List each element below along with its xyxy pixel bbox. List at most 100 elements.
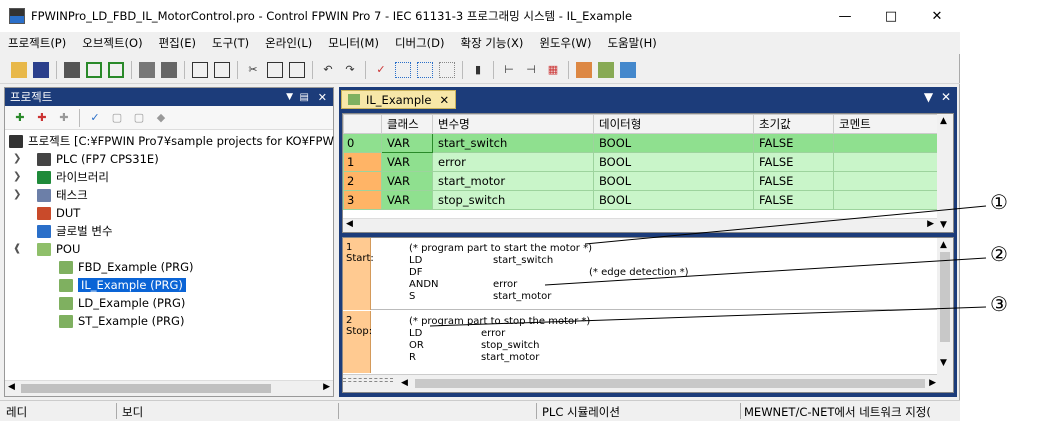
tree-global-vars[interactable]: 글로벌 변수 [37,222,113,240]
tree-pou-il[interactable]: IL_Example (PRG) [59,276,186,294]
plc-icon[interactable] [64,61,80,78]
network-2[interactable]: (* program part to stop the motor *) LD … [371,311,939,373]
menu-edit[interactable]: 편집(E) [159,35,196,51]
tab-list-icon[interactable]: ▼ [924,90,933,104]
check-icon[interactable]: ✓ [373,62,389,78]
prg-icon [59,314,73,328]
grid-2-icon[interactable] [417,61,433,78]
scroll-up-icon[interactable]: ▲ [940,240,947,250]
tree-plc[interactable]: PLC (FP7 CPS31E) [37,150,159,168]
build-icon[interactable] [108,61,124,78]
scroll-right-icon[interactable]: ▶ [323,382,330,392]
scroll-thumb[interactable] [940,252,950,342]
table-row[interactable]: 3 VAR stop_switch BOOL FALSE [343,190,938,210]
table-row[interactable]: 0 VAR start_switch BOOL FALSE [343,133,938,153]
menu-online[interactable]: 온라인(L) [265,35,312,51]
scroll-left-icon[interactable]: ◀ [8,382,15,392]
chart-icon[interactable] [576,61,592,78]
menu-help[interactable]: 도움말(H) [607,35,656,51]
scroll-left-icon[interactable]: ◀ [346,219,353,229]
compile-icon[interactable] [86,61,102,78]
save-icon[interactable] [33,61,49,78]
scroll-right-icon[interactable]: ▶ [927,219,934,229]
table-vscrollbar[interactable]: ▲ ▼ [937,114,953,232]
grid-3-icon[interactable] [439,61,455,78]
col-comment[interactable]: 코멘트 [833,114,938,134]
print-icon[interactable] [161,61,177,78]
split-handle[interactable] [343,378,393,382]
tab-il-example[interactable]: IL_Example ✕ [341,90,457,109]
scroll-thumb[interactable] [21,384,271,393]
scroll-down-icon[interactable]: ▼ [940,358,947,368]
cut-icon[interactable]: ✂ [245,62,261,78]
col-name[interactable]: 변수명 [432,114,594,134]
tree-dut[interactable]: DUT [37,204,80,222]
close-button[interactable]: ✕ [914,0,960,32]
properties-icon[interactable]: ▢ [109,110,125,126]
scroll-thumb[interactable] [415,379,925,388]
editor-close-icon[interactable]: ✕ [941,90,951,104]
network-label-1[interactable]: 1 Start: [343,238,374,310]
tree-task[interactable]: 태스크 [37,186,88,204]
menu-object[interactable]: 오브젝트(O) [82,35,142,51]
library-icon[interactable]: ▢ [131,110,147,126]
menu-debug[interactable]: 디버그(D) [395,35,445,51]
col-init[interactable]: 초기값 [753,114,834,134]
open-icon[interactable] [11,61,27,78]
code-vscrollbar[interactable]: ▲ ▼ [937,238,953,392]
col-type[interactable]: 데이터형 [593,114,754,134]
tree-pou[interactable]: POU [37,240,80,258]
redo-icon[interactable]: ↷ [342,62,358,78]
expand-task-icon[interactable]: ❯ [13,189,21,200]
scroll-right-icon[interactable]: ▶ [929,378,936,388]
table-row[interactable]: 2 VAR start_motor BOOL FALSE [343,171,938,191]
monitor-icon[interactable] [598,61,614,78]
project-hscrollbar[interactable]: ◀ ▶ [5,380,333,396]
add-gray-icon[interactable]: ✚ [56,110,72,126]
add-item-icon[interactable]: ✚ [12,110,28,126]
tree-pou-ld[interactable]: LD_Example (PRG) [59,294,185,312]
network-label-2[interactable]: 2 Stop: [343,311,372,373]
code-hscrollbar[interactable]: ◀ ▶ [343,374,939,392]
tab-close-icon[interactable]: ✕ [439,93,449,107]
table-hscrollbar[interactable]: ◀ ▶ [343,218,937,232]
find-icon[interactable] [192,61,208,78]
probe-icon[interactable]: ▮ [470,62,486,78]
table-row[interactable]: 1 VAR error BOOL FALSE [343,152,938,172]
diamond-icon[interactable]: ◆ [153,110,169,126]
menu-extensions[interactable]: 확장 기능(X) [461,35,524,51]
col-class[interactable]: 클래스 [381,114,433,134]
replace-icon[interactable] [214,61,230,78]
maximize-button[interactable]: □ [868,0,914,32]
insert-coil-icon[interactable]: ⊣ [523,62,539,78]
add-red-icon[interactable]: ✚ [34,110,50,126]
print-preview-icon[interactable] [139,61,155,78]
tree-root[interactable]: 프로젝트 [C:¥FPWIN Pro7¥sample projects for … [9,132,334,150]
undo-icon[interactable]: ↶ [320,62,336,78]
panel-close-icon[interactable]: ✕ [318,91,327,104]
check-project-icon[interactable]: ✓ [87,110,103,126]
menu-monitor[interactable]: 모니터(M) [328,35,379,51]
insert-block-icon[interactable]: ▦ [545,62,561,78]
tree-pou-st[interactable]: ST_Example (PRG) [59,312,184,330]
expand-library-icon[interactable]: ❯ [13,171,21,182]
scroll-up-icon[interactable]: ▲ [940,116,947,126]
copy-icon[interactable] [267,61,283,78]
scroll-down-icon[interactable]: ▼ [940,220,947,230]
menu-window[interactable]: 윈도우(W) [539,35,591,51]
scroll-left-icon[interactable]: ◀ [401,378,408,388]
expand-plc-icon[interactable]: ❯ [13,153,21,164]
network-1[interactable]: (* program part to start the motor *) LD… [371,238,939,310]
minimize-button[interactable]: — [822,0,868,32]
tree-pou-fbd[interactable]: FBD_Example (PRG) [59,258,193,276]
menu-tools[interactable]: 도구(T) [212,35,249,51]
panel-menu-icon[interactable]: ▼ [286,92,293,102]
menu-project[interactable]: 프로젝트(P) [8,35,66,51]
paste-icon[interactable] [289,61,305,78]
collapse-pou-icon[interactable]: ❰ [13,243,21,254]
tree-library[interactable]: 라이브러리 [37,168,109,186]
pin-icon[interactable]: ▤ [300,92,309,103]
insert-contact-icon[interactable]: ⊢ [501,62,517,78]
grid-icon[interactable] [395,61,411,78]
image-icon[interactable] [620,61,636,78]
